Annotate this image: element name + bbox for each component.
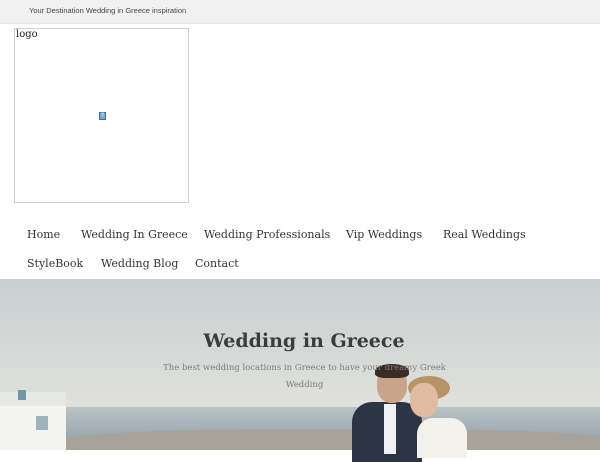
hero-building: [0, 392, 66, 450]
nav-item-home[interactable]: Home: [27, 228, 60, 241]
nav-item-wedding-in-greece[interactable]: Wedding In Greece: [81, 228, 188, 241]
hero-cliff: [60, 429, 600, 450]
hero-subtitle: The best wedding locations in Greece to …: [163, 363, 446, 390]
nav-item-real-weddings[interactable]: Real Weddings: [443, 228, 526, 241]
hero-bride-dress: [417, 418, 467, 458]
building-roof: [0, 392, 66, 406]
hero-title: Wedding in Greece: [203, 330, 405, 352]
site-logo[interactable]: logo ?: [14, 28, 189, 203]
broken-image-icon: ?: [99, 112, 106, 120]
site-tagline: Your Destination Wedding in Greece inspi…: [29, 6, 187, 15]
logo-alt-text: logo: [16, 29, 38, 40]
nav-item-wedding-professionals[interactable]: Wedding Professionals: [204, 228, 330, 241]
hero-groom-shirt: [384, 404, 396, 454]
building-door: [36, 416, 48, 430]
nav-item-stylebook[interactable]: StyleBook: [27, 257, 83, 270]
nav-item-wedding-blog[interactable]: Wedding Blog: [101, 257, 178, 270]
nav-item-vip-weddings[interactable]: Vip Weddings: [346, 228, 422, 241]
building-chimney: [18, 390, 26, 400]
top-bar: Your Destination Wedding in Greece inspi…: [0, 0, 600, 24]
nav-item-contact[interactable]: Contact: [195, 257, 239, 270]
